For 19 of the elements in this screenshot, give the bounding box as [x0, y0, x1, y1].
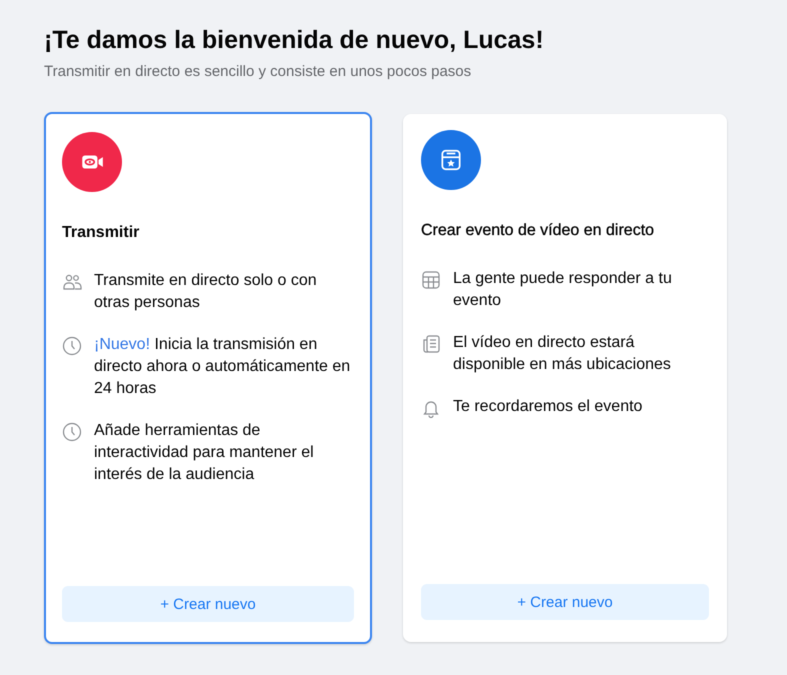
option-card[interactable] [44, 112, 372, 644]
card-title: Crear evento de vídeo en directo [421, 222, 656, 240]
feature-text: El vídeo en directo estará disponible en más ubicaciones [453, 333, 672, 375]
create-button[interactable]: + Crear nuevo [62, 586, 354, 622]
document-icon [421, 334, 441, 354]
page-title: ¡Te damos la bienvenida de nuevo, Lucas! [44, 26, 545, 55]
page-subtitle: Transmitir en directo es sencillo y consiste en unos pocos pasos [44, 63, 472, 80]
feature-text: Transmite en directo solo o con otras personas [94, 271, 318, 313]
feature-text: La gente puede responder a tu evento [453, 269, 673, 311]
create-button[interactable]: + Crear nuevo [421, 584, 709, 620]
people-icon [62, 272, 82, 292]
feature-text: ¡Nuevo! Inicia la transmisión en directo ahora o automáticamente en 24 horas [94, 335, 352, 399]
feature-text: Te recordaremos el evento [453, 397, 644, 417]
option-card[interactable]: Crear evento de vídeo en directo La gente puede responder a tu evento El vídeo en directo estará disponible en más ubicaciones Te recordaremos el evento + Crear nuevo [403, 114, 727, 642]
feature-text: Añade herramientas de interactividad para mantener el interés de la audiencia [94, 421, 315, 485]
calendar-icon [421, 270, 441, 290]
clock-icon [62, 422, 82, 442]
clock-icon [62, 336, 82, 356]
card-title: Transmitir [62, 224, 140, 242]
